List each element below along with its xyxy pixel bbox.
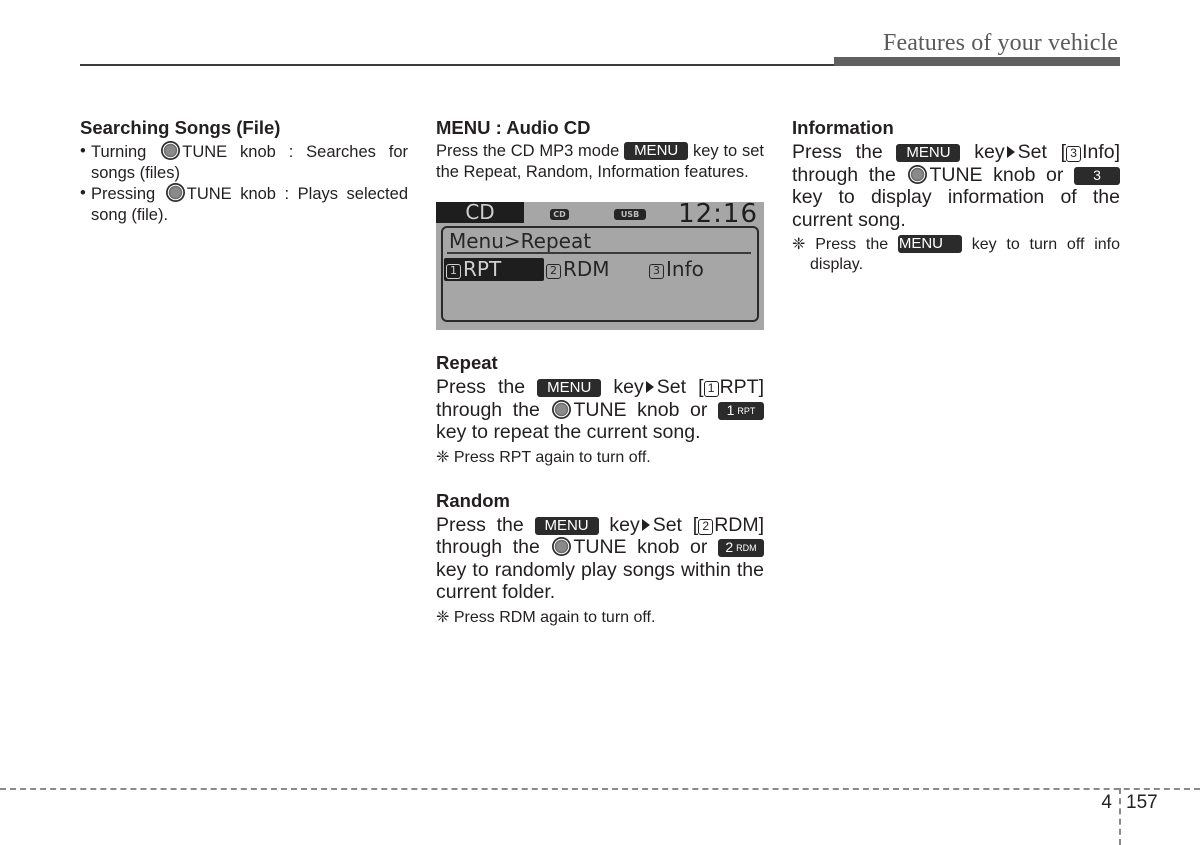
text: Press RDM again to turn off. — [453, 608, 656, 626]
text: Press the — [815, 236, 889, 253]
tune-knob-icon — [552, 537, 572, 556]
text: Press the — [436, 376, 526, 398]
lcd-clock: 12:16 — [678, 199, 758, 229]
text: TUNE knob or — [929, 163, 1064, 186]
circled-number-icon: 3 — [1066, 146, 1082, 162]
menu-key: MENU — [896, 144, 961, 162]
rpt-key: 1 RPT — [718, 401, 764, 420]
right-triangle-icon — [641, 518, 650, 531]
bullet-turning: Turning TUNE knob : Searches for songs (… — [80, 141, 408, 183]
bullet-list: Turning TUNE knob : Searches for songs (… — [80, 141, 408, 225]
text: key — [609, 513, 640, 536]
lcd-menu-frame: Menu>Repeat 1 RPT 2 RDM 3 Info — [441, 226, 759, 322]
text: Press the CD MP3 mode — [436, 142, 620, 160]
bullet-text: Turning — [91, 143, 147, 161]
circled-number-icon: 2 — [698, 518, 714, 535]
bullet-pressing: Pressing TUNE knob : Plays selected song… — [80, 183, 408, 225]
heading-searching-songs: Searching Songs (File) — [80, 117, 281, 138]
option-number: 1 — [446, 264, 461, 279]
menu-key: MENU — [534, 516, 599, 535]
text: RPT] — [719, 376, 764, 398]
random-description: Press the MENU key Set [2 RDM] through the… — [436, 514, 764, 604]
note-symbol-icon: ❈ — [436, 608, 450, 626]
rdm-key: 2 RDM — [718, 539, 764, 557]
tune-knob-icon — [908, 164, 928, 184]
heading-random: Random — [436, 489, 510, 511]
text: key to randomly play songs within the cu… — [436, 558, 764, 604]
tune-knob-icon — [552, 399, 572, 419]
menu-key: MENU — [537, 379, 602, 397]
text: key to display information of the curren… — [792, 186, 1120, 231]
key-sublabel: RPT — [737, 405, 756, 416]
text: through the — [792, 163, 896, 186]
knob-label: TUNE knob — [182, 143, 276, 161]
column-information: Information Press the MENU key Set [3 Info… — [792, 117, 1120, 275]
lcd-menu-path: Menu>Repeat — [449, 229, 592, 253]
header-rule — [80, 64, 840, 66]
repeat-note: ❈ Press RPT again to turn off. — [436, 448, 764, 468]
text: key — [974, 141, 1005, 163]
text: through the — [436, 536, 540, 558]
repeat-description: Press the MENU key Set [1 RPT] through the… — [436, 376, 764, 444]
menu-key: MENU — [624, 142, 689, 160]
option-number: 2 — [546, 264, 561, 279]
section-header-title: Features of your vehicle — [883, 30, 1118, 56]
text: Press RPT again to turn off. — [453, 448, 651, 466]
text: Info] — [1082, 141, 1121, 163]
menu-description: Press the CD MP3 mode MENU key to set th… — [436, 141, 764, 182]
lcd-divider — [447, 252, 751, 254]
column-menu-audio-cd: MENU : Audio CD Press the CD MP3 mode ME… — [436, 117, 764, 628]
heading-information: Information — [792, 117, 894, 138]
text: Set [ — [652, 513, 699, 536]
right-triangle-icon — [1006, 146, 1015, 158]
tune-knob-icon — [161, 141, 181, 160]
option-label: RPT — [463, 257, 502, 281]
knob-label: TUNE knob — [186, 185, 276, 203]
random-note: ❈ Press RDM again to turn off. — [436, 608, 764, 628]
key-number: 1 — [726, 401, 735, 418]
option-number: 3 — [649, 264, 664, 279]
lcd-option-info: 3 Info — [649, 258, 704, 281]
information-description: Press the MENU key Set [3 Info] through th… — [792, 141, 1120, 231]
lcd-option-rpt: 1 RPT — [444, 258, 544, 281]
option-label: RDM — [563, 257, 610, 281]
header-bar — [834, 57, 1120, 66]
text: TUNE knob or — [573, 536, 708, 558]
circled-number-icon: 1 — [703, 381, 719, 397]
text: Press the — [792, 141, 883, 163]
note-symbol-icon: ❈ — [436, 448, 450, 466]
page-number: 157 — [1126, 792, 1158, 813]
text: key — [613, 376, 644, 398]
chapter-number: 4 — [1101, 792, 1112, 813]
key-number: 2 — [725, 539, 734, 555]
column-searching-songs: Searching Songs (File) Turning TUNE knob… — [80, 117, 408, 225]
footer-dashed-rule — [0, 788, 1200, 790]
lcd-mode-label: CD — [436, 202, 524, 223]
lcd-status-bar: CD CD USB 12:16 — [436, 199, 764, 229]
menu-key: MENU — [897, 235, 962, 253]
right-triangle-icon — [645, 381, 654, 393]
heading-repeat: Repeat — [436, 352, 498, 373]
text: TUNE knob or — [573, 398, 708, 421]
info-key: 3 — [1074, 166, 1120, 185]
text: key to repeat the current song. — [436, 421, 701, 443]
lcd-display: CD CD USB 12:16 Menu>Repeat 1 RPT 2 RDM 3I… — [436, 199, 764, 330]
tune-knob-icon — [165, 183, 185, 202]
text: Set [ — [1017, 141, 1067, 163]
note-symbol-icon: ❈ — [792, 236, 806, 253]
heading-menu-audio-cd: MENU : Audio CD — [436, 117, 591, 138]
lcd-option-rdm: 2 RDM — [546, 258, 610, 281]
text: through the — [436, 398, 540, 421]
key-sublabel: RDM — [736, 543, 757, 553]
text: Press the — [436, 513, 524, 536]
usb-badge-icon: USB — [614, 209, 646, 220]
footer-page-divider — [1119, 788, 1121, 845]
bullet-text: Pressing — [91, 185, 156, 203]
cd-badge-icon: CD — [550, 209, 569, 220]
text: Set [ — [656, 376, 704, 398]
information-note: ❈ Press the MENU key to turn off info di… — [792, 235, 1120, 275]
option-label: Info — [666, 257, 704, 281]
text: RDM] — [714, 513, 765, 536]
